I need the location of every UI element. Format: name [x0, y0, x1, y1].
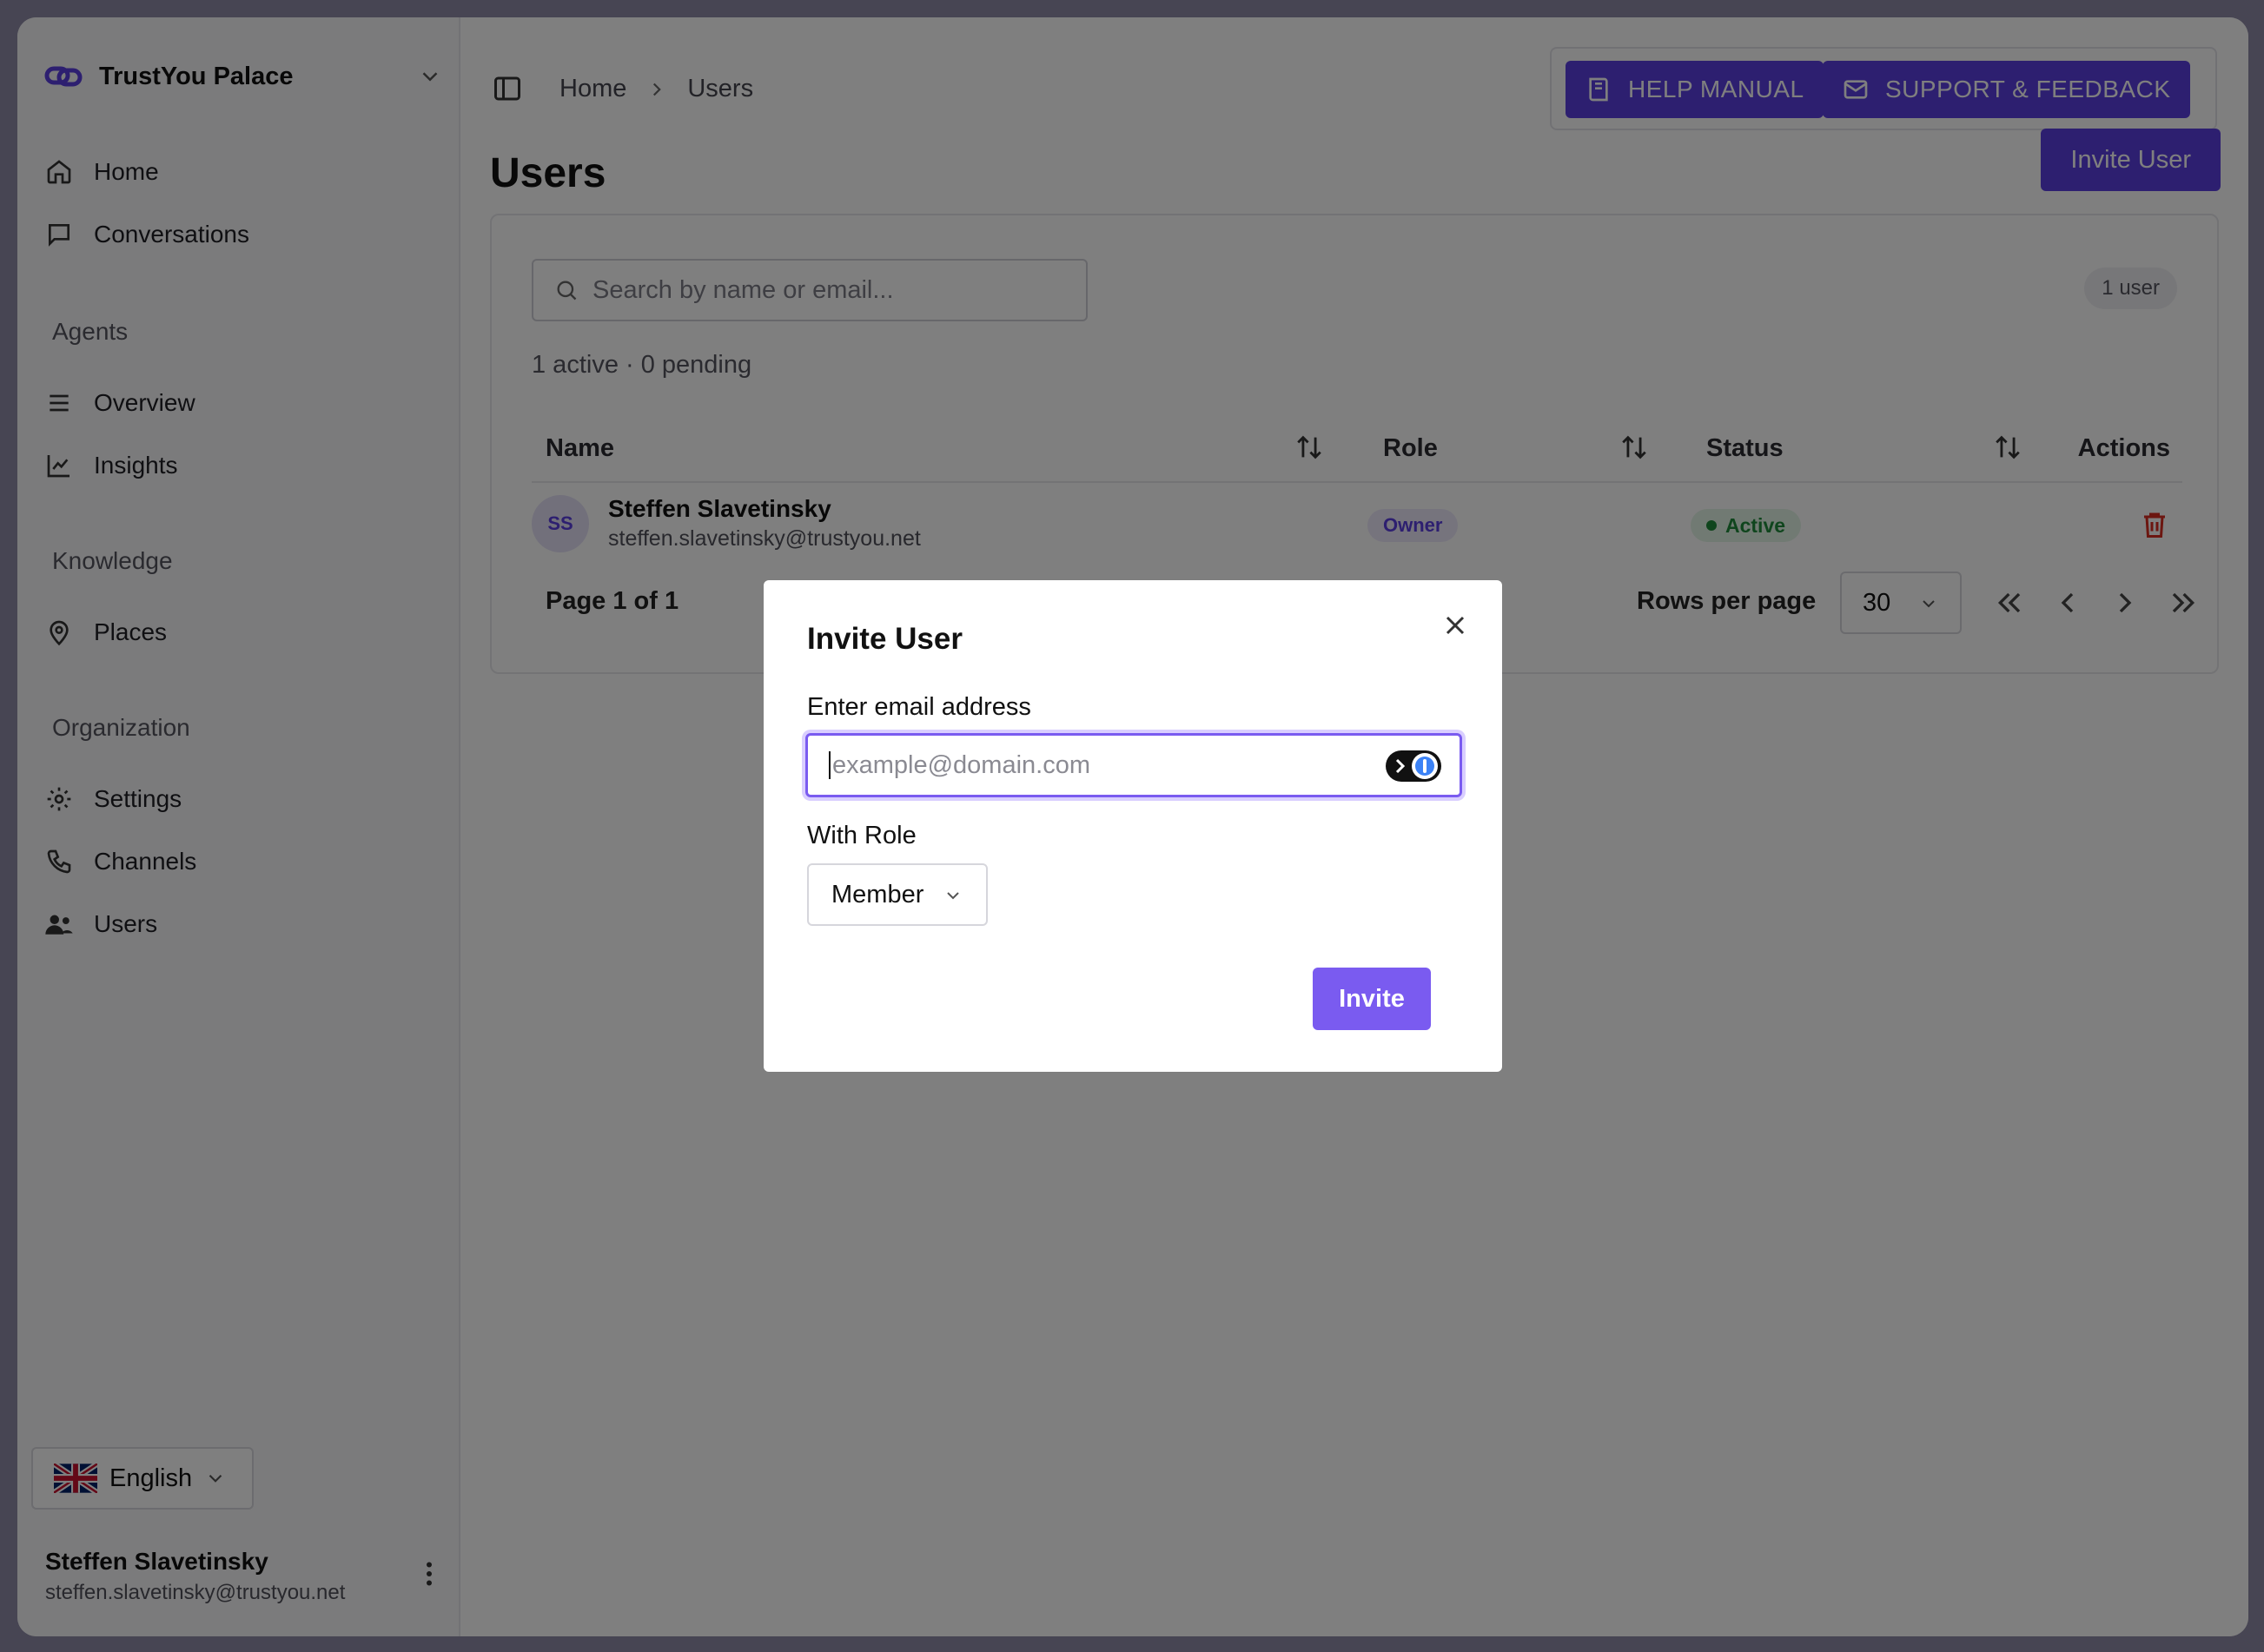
- close-icon[interactable]: [1440, 610, 1471, 641]
- email-field[interactable]: example@domain.com: [805, 733, 1462, 797]
- role-label: With Role: [807, 822, 917, 849]
- text-caret: [829, 751, 831, 779]
- chevron-down-icon: [943, 884, 963, 905]
- password-manager-icon[interactable]: [1385, 750, 1442, 783]
- invite-user-dialog: Invite User Enter email address example@…: [764, 580, 1502, 1072]
- email-placeholder: example@domain.com: [832, 750, 1091, 779]
- role-value: Member: [831, 880, 924, 909]
- invite-button[interactable]: Invite: [1313, 968, 1431, 1030]
- email-label: Enter email address: [807, 693, 1031, 721]
- role-select[interactable]: Member: [807, 863, 988, 926]
- dialog-title: Invite User: [807, 622, 963, 656]
